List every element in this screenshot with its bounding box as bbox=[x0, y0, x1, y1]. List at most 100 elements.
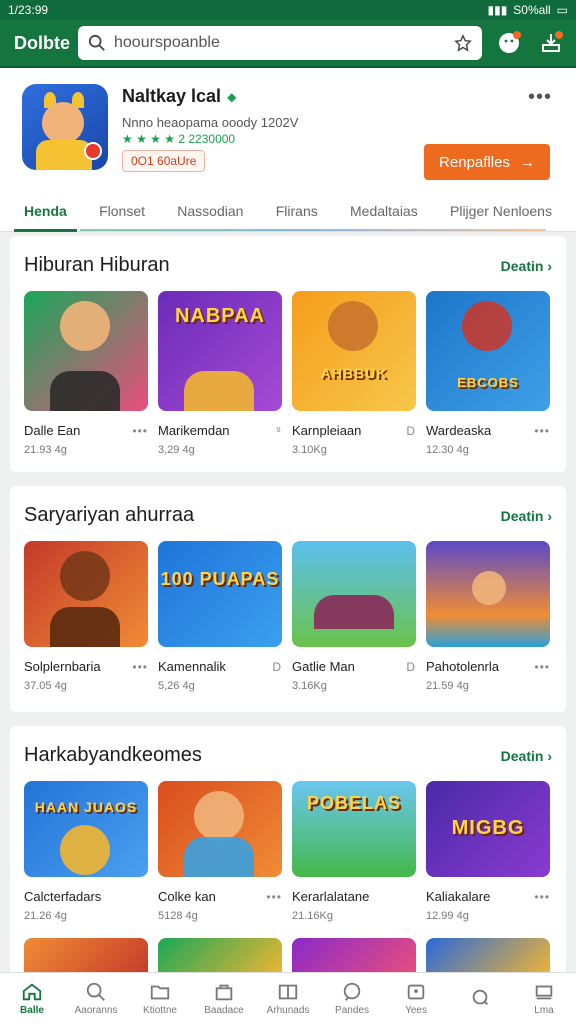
app-badge: 0O1 60aUre bbox=[122, 150, 206, 172]
game-name: Kaliakalare bbox=[426, 889, 491, 904]
game-thumbnail[interactable]: MIGBG bbox=[426, 781, 550, 877]
game-card[interactable]: Gatlie Man D 3.16Kg bbox=[292, 541, 416, 692]
app-name: Naltkay lcal ◆ bbox=[122, 86, 554, 107]
game-name: Solplernbaria bbox=[24, 659, 101, 674]
game-name: Karnpleiaan bbox=[292, 423, 362, 438]
status-time: 1/23:99 bbox=[8, 3, 49, 17]
nav-search[interactable]: Aaoranns bbox=[66, 981, 126, 1016]
app-icon[interactable] bbox=[22, 84, 108, 170]
section: Harkabyandkeomes Deatin › HAAN JUAOS Cal… bbox=[10, 726, 566, 1006]
notification-button[interactable] bbox=[494, 28, 524, 58]
tab-3[interactable]: Flirans bbox=[266, 190, 328, 232]
game-thumbnail[interactable] bbox=[158, 781, 282, 877]
tab-2[interactable]: Nassodian bbox=[167, 190, 253, 232]
game-thumbnail[interactable]: AHBBUK bbox=[292, 291, 416, 411]
nav-bubble[interactable] bbox=[450, 987, 510, 1011]
search-icon bbox=[86, 982, 105, 1001]
nav-home[interactable]: Balle bbox=[2, 981, 62, 1016]
nav-menu[interactable]: Lma bbox=[514, 981, 574, 1016]
primary-action-button[interactable]: Renpaflles → bbox=[424, 144, 550, 180]
game-name: Gatlie Man bbox=[292, 659, 355, 674]
section-more-link[interactable]: Deatin › bbox=[501, 748, 552, 764]
game-size: 37.05 4g bbox=[24, 680, 67, 692]
game-thumbnail[interactable]: EBCOBS bbox=[426, 291, 550, 411]
section-title: Hiburan Hiburan bbox=[24, 254, 170, 276]
signal-icon: ▮▮▮ bbox=[487, 3, 508, 17]
game-card[interactable]: MIGBG Kaliakalare ••• 12.99 4g bbox=[426, 781, 550, 922]
game-card[interactable]: POBELAS Kerarlalatane 21.16Kg bbox=[292, 781, 416, 922]
card-icon bbox=[407, 984, 425, 1000]
bottom-navigation: Balle Aaoranns Ktiottne Baadace Arhunads… bbox=[0, 972, 576, 1024]
more-options-icon[interactable]: ••• bbox=[528, 86, 552, 109]
top-bar: Dolbte hoourspoanble bbox=[0, 20, 576, 68]
download-dot bbox=[555, 31, 563, 39]
tab-1[interactable]: Flonset bbox=[89, 190, 155, 232]
game-size: 21.26 4g bbox=[24, 910, 67, 922]
game-name: Colke kan bbox=[158, 889, 216, 904]
more-icon[interactable]: D bbox=[406, 424, 416, 438]
section-more-link[interactable]: Deatin › bbox=[501, 508, 552, 524]
more-icon[interactable]: ••• bbox=[534, 424, 550, 438]
more-icon[interactable]: ••• bbox=[132, 660, 148, 674]
more-icon[interactable]: ••• bbox=[534, 660, 550, 674]
search-bar[interactable]: hoourspoanble bbox=[78, 26, 482, 60]
game-thumbnail[interactable]: NABPAA bbox=[158, 291, 282, 411]
status-bar: 1/23:99 ▮▮▮ S0%all ▭ bbox=[0, 0, 576, 20]
tab-4[interactable]: Medaltaias bbox=[340, 190, 428, 232]
game-card[interactable]: Dalle Ean ••• 21.93 4g bbox=[24, 291, 148, 456]
section-more-link[interactable]: Deatin › bbox=[501, 258, 552, 274]
game-name: Marikemdan bbox=[158, 423, 230, 438]
tab-5[interactable]: Plijger Nenloens bbox=[440, 190, 562, 232]
more-icon[interactable]: ••• bbox=[266, 890, 282, 904]
nav-chat[interactable]: Pandes bbox=[322, 981, 382, 1016]
game-thumbnail[interactable] bbox=[24, 541, 148, 647]
folder-icon bbox=[150, 985, 170, 1000]
game-name: Kerarlalatane bbox=[292, 889, 370, 904]
game-card[interactable]: HAAN JUAOS Calcterfadars 21.26 4g bbox=[24, 781, 148, 922]
status-icons: ▮▮▮ S0%all ▭ bbox=[487, 3, 568, 17]
menu-icon bbox=[535, 985, 553, 1000]
tab-0[interactable]: Henda bbox=[14, 190, 77, 232]
game-size: 5,26 4g bbox=[158, 680, 195, 692]
nav-folder[interactable]: Ktiottne bbox=[130, 981, 190, 1016]
game-name: Pahotolenrla bbox=[426, 659, 499, 674]
game-card[interactable]: Colke kan ••• 5128 4g bbox=[158, 781, 282, 922]
app-name-text: Naltkay lcal bbox=[122, 86, 222, 106]
nav-book[interactable]: Arhunads bbox=[258, 981, 318, 1016]
game-thumbnail[interactable] bbox=[426, 541, 550, 647]
status-text: S0%all bbox=[513, 3, 551, 17]
more-icon[interactable]: ••• bbox=[534, 890, 550, 904]
game-card[interactable]: 100 PUAPAS Kamennalik D 5,26 4g bbox=[158, 541, 282, 692]
star-icon[interactable] bbox=[454, 34, 472, 52]
game-thumbnail[interactable]: POBELAS bbox=[292, 781, 416, 877]
nav-shop[interactable]: Baadace bbox=[194, 981, 254, 1016]
brand-logo[interactable]: Dolbte bbox=[14, 33, 70, 54]
game-thumbnail[interactable] bbox=[292, 541, 416, 647]
game-thumbnail[interactable] bbox=[24, 291, 148, 411]
game-name: Kamennalik bbox=[158, 659, 226, 674]
chat-icon bbox=[343, 982, 361, 1001]
section-title: Saryariyan ahurraa bbox=[24, 504, 195, 526]
game-thumbnail[interactable]: HAAN JUAOS bbox=[24, 781, 148, 877]
game-size: 5128 4g bbox=[158, 910, 198, 922]
nav-card[interactable]: Yees bbox=[386, 981, 446, 1016]
primary-action-label: Renpaflles bbox=[439, 153, 510, 171]
game-card[interactable]: NABPAA Marikemdan ⁹ 3,29 4g bbox=[158, 291, 282, 456]
game-size: 3,29 4g bbox=[158, 444, 195, 456]
game-name: Wardeaska bbox=[426, 423, 492, 438]
game-card[interactable]: EBCOBS Wardeaska ••• 12.30 4g bbox=[426, 291, 550, 456]
notification-dot bbox=[513, 31, 521, 39]
search-input[interactable]: hoourspoanble bbox=[114, 34, 446, 52]
more-icon[interactable]: D bbox=[406, 660, 416, 674]
shop-icon bbox=[215, 984, 233, 1001]
game-card[interactable]: AHBBUK Karnpleiaan D 3.10Kg bbox=[292, 291, 416, 456]
download-button[interactable] bbox=[536, 28, 566, 58]
more-icon[interactable]: D bbox=[272, 660, 282, 674]
game-name: Dalle Ean bbox=[24, 423, 81, 438]
game-card[interactable]: Pahotolenrla ••• 21.59 4g bbox=[426, 541, 550, 692]
verified-icon: ◆ bbox=[227, 89, 237, 104]
more-icon[interactable]: ••• bbox=[132, 424, 148, 438]
game-card[interactable]: Solplernbaria ••• 37.05 4g bbox=[24, 541, 148, 692]
game-thumbnail[interactable]: 100 PUAPAS bbox=[158, 541, 282, 647]
more-icon[interactable]: ⁹ bbox=[276, 424, 282, 438]
